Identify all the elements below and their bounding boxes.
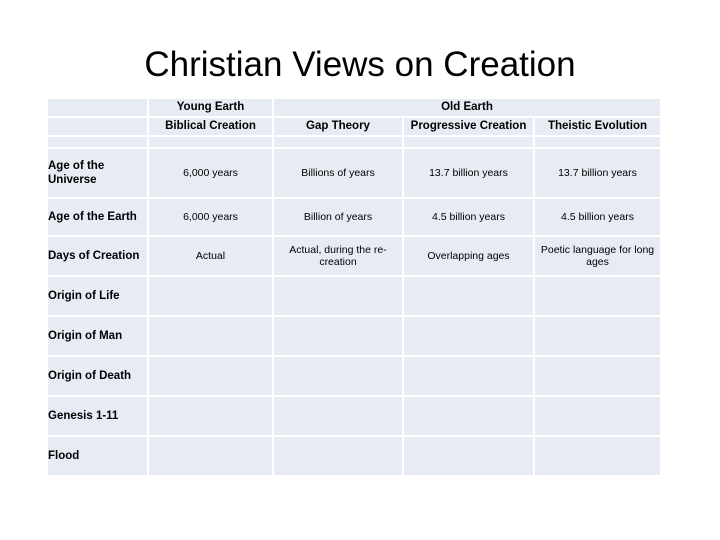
cell-origin-man-gap-theory — [274, 317, 402, 355]
table-row: Origin of Life — [48, 277, 660, 315]
header-sub-theistic-evolution: Theistic Evolution — [535, 118, 660, 135]
cell-flood-gap-theory — [274, 437, 402, 475]
cell-origin-death-biblical-creation — [149, 357, 272, 395]
page-title: Christian Views on Creation — [144, 45, 576, 84]
cell-flood-biblical-creation — [149, 437, 272, 475]
header-group-old-earth: Old Earth — [274, 99, 660, 116]
header-sub-corner — [48, 118, 147, 135]
row-label-origin-of-life: Origin of Life — [48, 277, 147, 315]
cell-age-earth-gap-theory: Billion of years — [274, 199, 402, 235]
cell-days-creation-biblical-creation: Actual — [149, 237, 272, 275]
row-label-age-of-the-earth: Age of the Earth — [48, 199, 147, 235]
row-label-origin-of-man: Origin of Man — [48, 317, 147, 355]
cell-flood-theistic-evolution — [535, 437, 660, 475]
cell-age-earth-biblical-creation: 6,000 years — [149, 199, 272, 235]
cell-origin-life-theistic-evolution — [535, 277, 660, 315]
cell-genesis-theistic-evolution — [535, 397, 660, 435]
table-row: Age of the Earth 6,000 years Billion of … — [48, 199, 660, 235]
cell-age-universe-biblical-creation: 6,000 years — [149, 149, 272, 197]
table-row: Age of the Universe 6,000 years Billions… — [48, 149, 660, 197]
row-label-age-of-the-universe: Age of the Universe — [48, 149, 147, 197]
spacer-cell — [535, 137, 660, 147]
cell-days-creation-gap-theory: Actual, during the re-creation — [274, 237, 402, 275]
cell-origin-man-progressive-creation — [404, 317, 533, 355]
comparison-table: Young Earth Old Earth Biblical Creation … — [46, 97, 662, 477]
table-row: Flood — [48, 437, 660, 475]
cell-days-creation-theistic-evolution: Poetic language for long ages — [535, 237, 660, 275]
cell-origin-man-theistic-evolution — [535, 317, 660, 355]
comparison-table-container: Young Earth Old Earth Biblical Creation … — [48, 99, 660, 475]
cell-age-universe-progressive-creation: 13.7 billion years — [404, 149, 533, 197]
row-label-flood: Flood — [48, 437, 147, 475]
cell-age-universe-gap-theory: Billions of years — [274, 149, 402, 197]
header-group-young-earth: Young Earth — [149, 99, 272, 116]
spacer-cell — [48, 137, 147, 147]
table-row: Origin of Death — [48, 357, 660, 395]
table-header-group-row: Young Earth Old Earth — [48, 99, 660, 116]
cell-origin-life-biblical-creation — [149, 277, 272, 315]
cell-age-earth-progressive-creation: 4.5 billion years — [404, 199, 533, 235]
cell-origin-death-theistic-evolution — [535, 357, 660, 395]
cell-genesis-biblical-creation — [149, 397, 272, 435]
table-spacer-row — [48, 137, 660, 147]
cell-genesis-progressive-creation — [404, 397, 533, 435]
cell-days-creation-progressive-creation: Overlapping ages — [404, 237, 533, 275]
cell-origin-death-gap-theory — [274, 357, 402, 395]
header-group-corner — [48, 99, 147, 116]
table-header-sub-row: Biblical Creation Gap Theory Progressive… — [48, 118, 660, 135]
cell-origin-life-gap-theory — [274, 277, 402, 315]
cell-origin-man-biblical-creation — [149, 317, 272, 355]
spacer-cell — [404, 137, 533, 147]
cell-genesis-gap-theory — [274, 397, 402, 435]
table-row: Origin of Man — [48, 317, 660, 355]
spacer-cell — [149, 137, 272, 147]
table-row: Genesis 1-11 — [48, 397, 660, 435]
cell-origin-life-progressive-creation — [404, 277, 533, 315]
header-sub-biblical-creation: Biblical Creation — [149, 118, 272, 135]
cell-flood-progressive-creation — [404, 437, 533, 475]
header-sub-progressive-creation: Progressive Creation — [404, 118, 533, 135]
table-row: Days of Creation Actual Actual, during t… — [48, 237, 660, 275]
header-sub-gap-theory: Gap Theory — [274, 118, 402, 135]
row-label-origin-of-death: Origin of Death — [48, 357, 147, 395]
cell-age-universe-theistic-evolution: 13.7 billion years — [535, 149, 660, 197]
spacer-cell — [274, 137, 402, 147]
row-label-days-of-creation: Days of Creation — [48, 237, 147, 275]
slide-canvas: Christian Views on Creation Young Earth … — [0, 0, 720, 540]
row-label-genesis-1-11: Genesis 1-11 — [48, 397, 147, 435]
cell-age-earth-theistic-evolution: 4.5 billion years — [535, 199, 660, 235]
cell-origin-death-progressive-creation — [404, 357, 533, 395]
